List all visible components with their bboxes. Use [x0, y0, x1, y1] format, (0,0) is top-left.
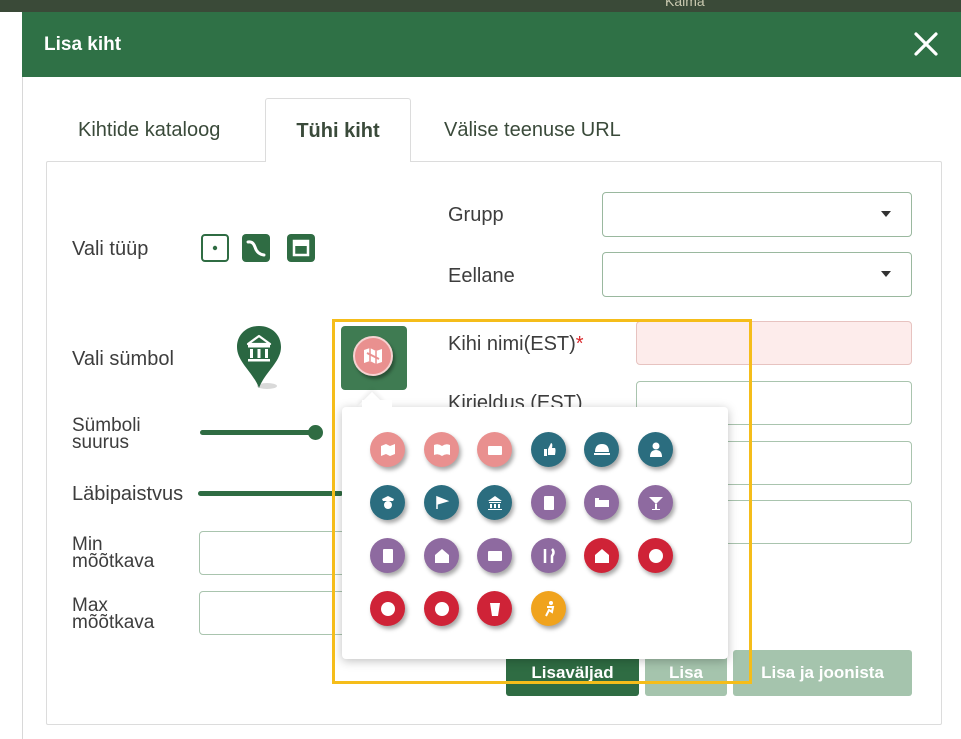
type-label: Vali tüüp	[72, 238, 149, 260]
max-scale-label-line2: mõõtkava	[72, 612, 155, 633]
close-icon[interactable]	[910, 28, 942, 60]
parent-label: Eellane	[448, 265, 515, 287]
tab-external-url[interactable]: Välise teenuse URL	[434, 98, 631, 162]
symbol-label: Vali sümbol	[72, 348, 174, 370]
opacity-slider[interactable]	[198, 491, 343, 496]
tab-empty-layer[interactable]: Tühi kiht	[265, 98, 411, 162]
max-scale-input[interactable]	[199, 591, 349, 635]
polygon-type-icon[interactable]	[287, 234, 315, 262]
max-scale-label: Max mõõtkava	[72, 596, 155, 633]
min-scale-label: Min mõõtkava	[72, 535, 155, 572]
symbol-size-label-line2: suurus	[72, 432, 130, 453]
symbol-size-label: Sümboli suurus	[72, 416, 141, 453]
opacity-label: Läbipaistvus	[72, 483, 184, 505]
parent-select[interactable]	[602, 252, 912, 297]
line-type-icon[interactable]	[242, 234, 270, 262]
symbol-size-slider-thumb[interactable]	[308, 425, 323, 440]
map-label: Kalma	[665, 0, 705, 9]
min-scale-label-line2: mõõtkava	[72, 551, 155, 572]
add-and-draw-button[interactable]: Lisa ja joonista	[733, 650, 912, 696]
group-label: Grupp	[448, 204, 504, 226]
chevron-down-icon	[881, 211, 891, 217]
symbol-size-slider[interactable]	[200, 430, 316, 435]
point-type-icon[interactable]	[201, 234, 229, 262]
min-scale-input[interactable]	[199, 531, 349, 575]
chevron-down-icon	[881, 271, 891, 277]
dialog-title: Lisa kiht	[44, 34, 122, 55]
tab-layer-catalog[interactable]: Kihtide kataloog	[68, 98, 230, 162]
dialog-header	[22, 12, 961, 77]
highlight-box	[332, 319, 752, 684]
museum-pin-icon	[233, 322, 285, 392]
group-select[interactable]	[602, 192, 912, 237]
tab-seam	[266, 158, 410, 164]
background-map: Kalma	[0, 0, 961, 12]
